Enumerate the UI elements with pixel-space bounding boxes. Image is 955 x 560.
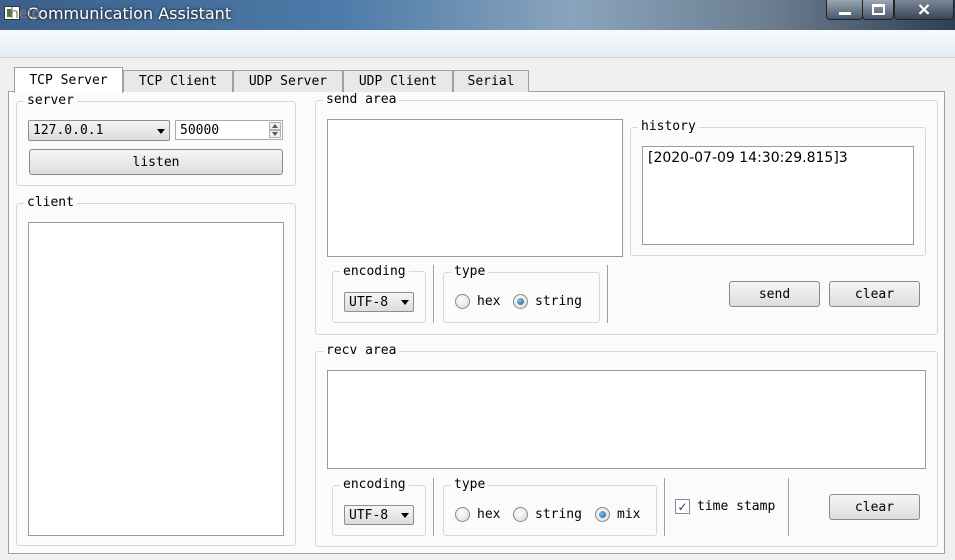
send-type-string-label: string [535,294,582,309]
divider [607,265,609,323]
tab-tcp-server[interactable]: TCP Server [14,67,123,93]
client-group-label: client [24,196,77,210]
ip-address-value: 127.0.0.1 [33,123,104,138]
send-type-hex-radio[interactable] [455,294,470,309]
send-button[interactable]: send [729,281,820,307]
server-group-label: server [24,94,77,108]
send-type-label: type [451,265,489,279]
recv-type-hex-radio[interactable] [455,507,470,522]
history-label: history [638,120,699,134]
timestamp-label: time stamp [697,499,776,514]
ip-address-select[interactable]: 127.0.0.1 [28,120,170,141]
send-area-label: send area [323,93,400,107]
tab-udp-client[interactable]: UDP Client [343,70,453,92]
recv-type-hex-label: hex [477,507,501,522]
tab-tcp-client[interactable]: TCP Client [123,70,233,92]
checkmark-icon: ✓ [677,499,688,514]
tab-serial[interactable]: Serial [453,70,529,92]
maximize-icon [871,4,885,15]
history-list[interactable]: [2020-07-09 14:30:29.815]3 [642,146,914,245]
minimize-icon [838,12,851,15]
divider [788,478,790,536]
window-title: Communication Assistant [27,4,232,23]
recv-output[interactable] [327,370,926,469]
menu-bar [0,30,955,58]
spin-down-button[interactable] [269,130,281,138]
send-type-hex-label: hex [477,294,501,309]
menu-help[interactable]: help [10,6,40,22]
recv-type-string-radio[interactable] [513,507,528,522]
spin-up-button[interactable] [269,122,281,130]
recv-encoding-value: UTF-8 [349,507,389,523]
arrow-down-icon [272,132,278,136]
recv-type-string-label: string [535,507,582,522]
tab-udp-server[interactable]: UDP Server [233,70,343,92]
recv-clear-button[interactable]: clear [829,494,920,520]
send-clear-button[interactable]: clear [829,281,920,307]
port-spinbox[interactable]: 50000 [175,120,283,140]
close-button[interactable]: × [894,0,954,20]
maximize-button[interactable] [862,0,894,20]
chevron-down-icon [401,513,409,518]
divider [664,478,666,536]
history-entry[interactable]: [2020-07-09 14:30:29.815]3 [648,150,908,166]
chevron-down-icon [401,300,409,305]
divider [433,265,435,323]
recv-type-mix-label: mix [617,507,641,522]
recv-type-mix-radio[interactable] [595,507,610,522]
close-icon: × [916,0,932,20]
recv-encoding-label: encoding [340,478,409,492]
timestamp-checkbox[interactable]: ✓ [675,499,690,514]
recv-area-label: recv area [323,344,400,358]
recv-type-label: type [451,478,489,492]
client-list[interactable] [28,222,284,536]
port-value: 50000 [180,122,220,138]
send-type-string-radio[interactable] [513,294,528,309]
chevron-down-icon [157,128,165,134]
divider [433,478,435,536]
minimize-button[interactable] [826,0,863,20]
recv-encoding-select[interactable]: UTF-8 [344,505,414,525]
arrow-up-icon [272,124,278,128]
send-encoding-value: UTF-8 [349,294,389,310]
send-encoding-label: encoding [340,265,409,279]
listen-button[interactable]: listen [29,149,283,175]
send-encoding-select[interactable]: UTF-8 [344,292,414,312]
send-input[interactable] [327,119,623,257]
